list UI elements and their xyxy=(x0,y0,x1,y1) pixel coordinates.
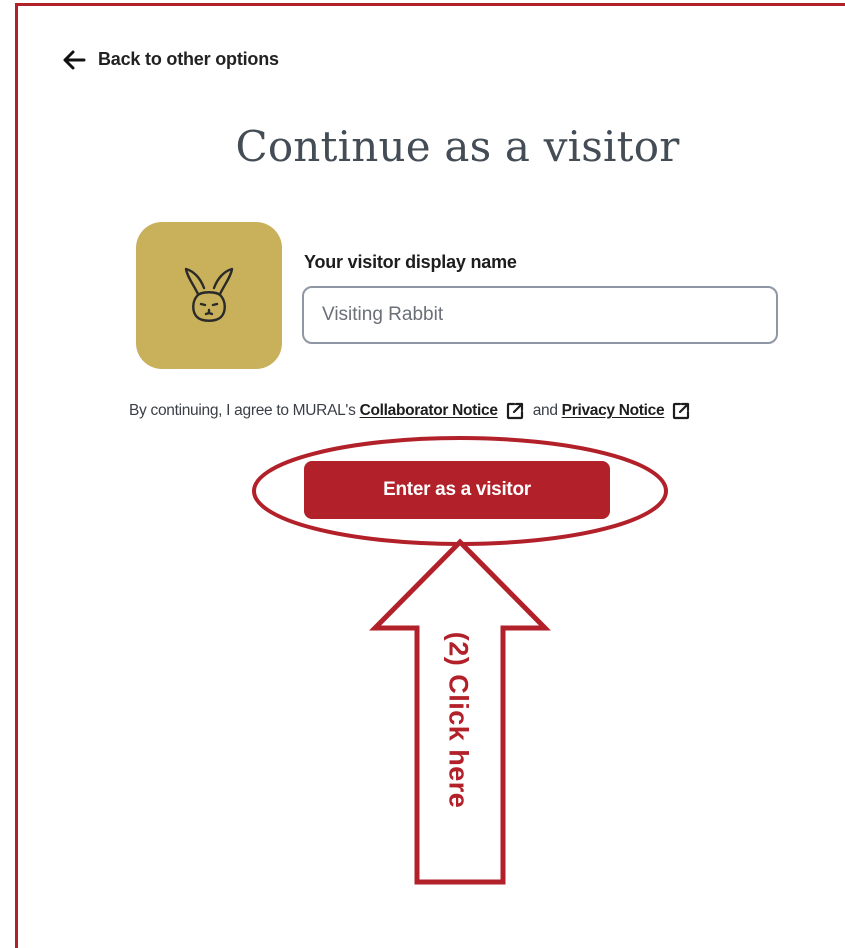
back-to-options-link[interactable]: Back to other options xyxy=(62,49,279,70)
collaborator-notice-link[interactable]: Collaborator Notice xyxy=(360,402,498,420)
visitor-avatar xyxy=(136,222,282,369)
privacy-notice-link[interactable]: Privacy Notice xyxy=(562,402,665,420)
external-link-icon[interactable] xyxy=(506,402,524,420)
display-name-input[interactable] xyxy=(302,286,778,344)
terms-notice: By continuing, I agree to MURAL's Collab… xyxy=(129,402,699,420)
enter-as-visitor-button[interactable]: Enter as a visitor xyxy=(304,461,610,519)
external-link-icon[interactable] xyxy=(672,402,690,420)
rabbit-icon xyxy=(184,267,234,322)
arrow-left-icon xyxy=(63,50,86,69)
back-link-label: Back to other options xyxy=(98,49,279,69)
callout-label: (2) Click here xyxy=(443,631,474,809)
notice-conjunction: and xyxy=(532,402,558,419)
page-title: Continue as a visitor xyxy=(235,122,680,171)
notice-prefix: By continuing, I agree to MURAL's xyxy=(129,402,356,419)
display-name-label: Your visitor display name xyxy=(304,252,517,272)
